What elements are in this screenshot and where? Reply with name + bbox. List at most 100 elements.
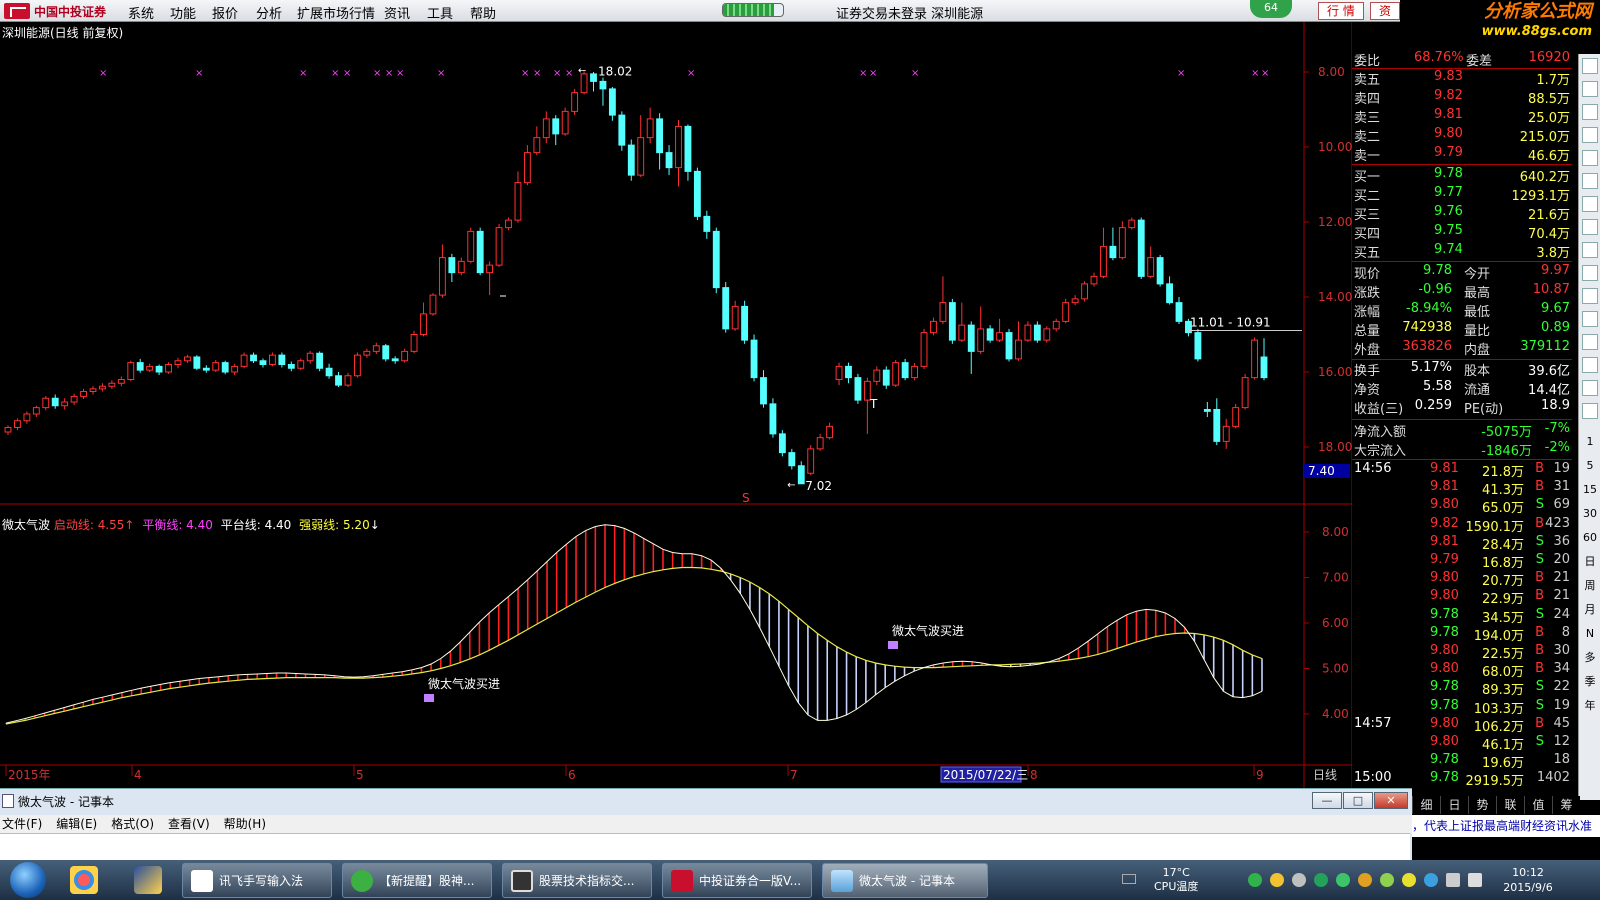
toolbar-icon[interactable] bbox=[1582, 242, 1598, 258]
panel-tab[interactable]: 日 bbox=[1440, 796, 1468, 814]
tray-app5-icon[interactable] bbox=[1424, 873, 1438, 887]
news-ticker[interactable]: ，代表上证报最高端财经资讯水准 bbox=[1412, 815, 1600, 837]
shield-icon[interactable] bbox=[1314, 873, 1328, 887]
period-button[interactable]: 30 bbox=[1582, 506, 1598, 522]
tick-volume: 46.1万 bbox=[1482, 738, 1524, 753]
period-button[interactable]: 1 bbox=[1582, 434, 1598, 450]
start-button[interactable] bbox=[10, 862, 46, 898]
price-tick-label: 16.00 bbox=[1318, 365, 1352, 379]
panel-tab[interactable]: 筹 bbox=[1552, 796, 1580, 814]
notification-badge[interactable]: 64 bbox=[1250, 0, 1292, 18]
network-icon[interactable] bbox=[1446, 873, 1460, 887]
signal-marker: × bbox=[1177, 68, 1185, 79]
stat-value: 10.87 bbox=[1532, 282, 1570, 297]
qq-icon[interactable] bbox=[1270, 873, 1284, 887]
candle-body bbox=[316, 352, 324, 369]
taskbar-trading-app[interactable]: 中投证券合一版V... bbox=[662, 863, 812, 898]
user-icon[interactable] bbox=[1292, 873, 1306, 887]
toolbar-icon[interactable] bbox=[1582, 127, 1598, 143]
security-icon[interactable] bbox=[1336, 873, 1350, 887]
signal-marker: × bbox=[396, 68, 404, 79]
x-tick-label: 6 bbox=[568, 768, 576, 782]
period-button[interactable]: 60 bbox=[1582, 530, 1598, 546]
weidiff-label: 委差 bbox=[1466, 54, 1493, 69]
level-price: 9.80 bbox=[1434, 126, 1463, 141]
toolbar-icon[interactable] bbox=[1582, 311, 1598, 327]
cpu-temperature[interactable]: 17°C CPU温度 bbox=[1154, 866, 1198, 894]
price-tick-label: 12.00 bbox=[1318, 215, 1352, 229]
period-button[interactable]: 15 bbox=[1582, 482, 1598, 498]
tick-side: S bbox=[1535, 734, 1544, 749]
period-button[interactable]: 日 bbox=[1582, 554, 1598, 570]
menu-analysis[interactable]: 分析 bbox=[256, 3, 282, 22]
panel-tab[interactable]: 势 bbox=[1468, 796, 1496, 814]
colorful-app-icon[interactable] bbox=[70, 866, 98, 894]
signal-marker: × bbox=[553, 68, 561, 79]
tray-app2-icon[interactable] bbox=[1358, 873, 1372, 887]
toolbar-icon[interactable] bbox=[1582, 196, 1598, 212]
toolbar-icon[interactable] bbox=[1582, 357, 1598, 373]
pen-tool-icon[interactable] bbox=[134, 866, 162, 894]
menu-system[interactable]: 系统 bbox=[128, 3, 154, 22]
toolbar-icon[interactable] bbox=[1582, 380, 1598, 396]
taskbar-browser[interactable]: 【新提醒】股神... bbox=[342, 863, 492, 898]
menu-notepad-help[interactable]: 帮助(H) bbox=[224, 815, 266, 833]
tray-app4-icon[interactable] bbox=[1402, 873, 1416, 887]
menu-help[interactable]: 帮助 bbox=[470, 3, 496, 22]
toolbar-icon[interactable] bbox=[1582, 265, 1598, 281]
toolbar-icon[interactable] bbox=[1582, 150, 1598, 166]
period-button[interactable]: 季 bbox=[1582, 674, 1598, 690]
maximize-button[interactable]: □ bbox=[1343, 792, 1373, 809]
panel-tab[interactable]: 细 bbox=[1412, 796, 1440, 814]
signal-marker: × bbox=[437, 68, 445, 79]
tray-app-icon[interactable] bbox=[1248, 873, 1262, 887]
taskbar-handwriting-input[interactable]: 讯飞手写输入法 bbox=[182, 863, 332, 898]
candle-body bbox=[117, 379, 125, 384]
toolbar-icon[interactable] bbox=[1582, 173, 1598, 189]
tray-app3-icon[interactable] bbox=[1380, 873, 1394, 887]
stat-label: 换手 bbox=[1354, 364, 1381, 379]
tick-price: 9.80 bbox=[1430, 734, 1459, 749]
period-button[interactable]: N bbox=[1582, 626, 1598, 642]
stat-value: -0.96 bbox=[1418, 282, 1452, 297]
toolbar-icon[interactable] bbox=[1582, 81, 1598, 97]
clock[interactable]: 10:12 2015/9/6 bbox=[1468, 865, 1588, 895]
period-button[interactable]: 年 bbox=[1582, 698, 1598, 714]
toolbar-icon[interactable] bbox=[1582, 219, 1598, 235]
close-button[interactable]: ✕ bbox=[1374, 792, 1408, 809]
toolbar-icon[interactable] bbox=[1582, 58, 1598, 74]
candle-body bbox=[353, 354, 361, 377]
tab-quote[interactable]: 行 情 bbox=[1318, 2, 1364, 20]
menu-view[interactable]: 查看(V) bbox=[168, 815, 210, 833]
taskbar-indicator-site[interactable]: 股票技术指标交... bbox=[502, 863, 652, 898]
tick-count: 21 bbox=[1553, 570, 1570, 586]
minimize-button[interactable]: — bbox=[1312, 792, 1342, 809]
period-button[interactable]: 周 bbox=[1582, 578, 1598, 594]
menu-function[interactable]: 功能 bbox=[170, 3, 196, 22]
period-button[interactable]: 多 bbox=[1582, 650, 1598, 666]
keyboard-icon[interactable] bbox=[1122, 874, 1136, 884]
toolbar-icon[interactable] bbox=[1582, 334, 1598, 350]
period-button[interactable]: 月 bbox=[1582, 602, 1598, 618]
stock-chart[interactable]: 18.0016.0014.0012.0010.008.007.40× × × × × × ×… bbox=[0, 22, 1352, 788]
menu-extended-market[interactable]: 扩展市场行情 bbox=[297, 3, 375, 22]
menu-file[interactable]: 文件(F) bbox=[2, 815, 42, 833]
tick-side: B bbox=[1535, 715, 1544, 731]
toolbar-icon[interactable] bbox=[1582, 288, 1598, 304]
menu-quote[interactable]: 报价 bbox=[212, 3, 238, 22]
menu-format[interactable]: 格式(O) bbox=[111, 815, 154, 833]
panel-tab[interactable]: 值 bbox=[1524, 796, 1552, 814]
period-button[interactable]: 5 bbox=[1582, 458, 1598, 474]
toolbar-icon[interactable] bbox=[1582, 403, 1598, 419]
notepad-text-area[interactable] bbox=[0, 833, 1410, 861]
chart-text: 18.0016.0014.0012.0010.008.007.40× × × × × × ×… bbox=[8, 64, 1352, 783]
tab-info[interactable]: 资 bbox=[1370, 2, 1401, 20]
menu-news[interactable]: 资讯 bbox=[384, 3, 410, 22]
panel-tab[interactable]: 联 bbox=[1496, 796, 1524, 814]
indicator-tick-label: 7.00 bbox=[1322, 571, 1349, 585]
candle-body bbox=[1166, 283, 1173, 304]
menu-tools[interactable]: 工具 bbox=[427, 3, 453, 22]
taskbar-notepad[interactable]: 微太气波 - 记事本 bbox=[822, 863, 988, 898]
toolbar-icon[interactable] bbox=[1582, 104, 1598, 120]
menu-edit[interactable]: 编辑(E) bbox=[56, 815, 97, 833]
